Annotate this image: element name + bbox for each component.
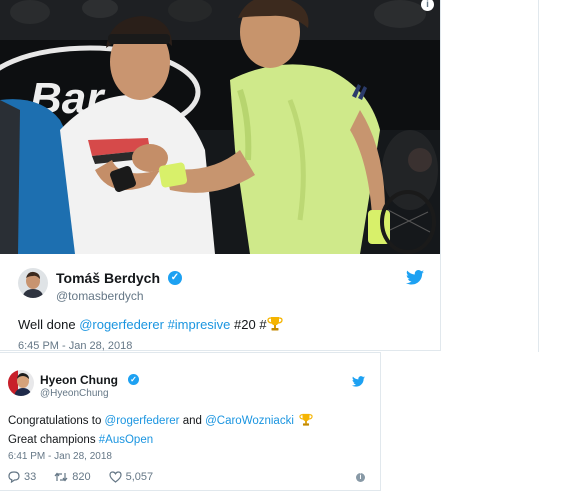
twitter-bird-icon[interactable] — [352, 374, 365, 392]
mention-rogerfederer[interactable]: @rogerfederer — [79, 317, 164, 332]
hashtag-impresive[interactable]: #impresive — [168, 317, 231, 332]
tweet-timestamp[interactable]: 6:45 PM - Jan 28, 2018 — [18, 340, 132, 352]
heart-icon — [109, 471, 122, 483]
tweet-timestamp[interactable]: 6:41 PM - Jan 28, 2018 — [8, 451, 112, 462]
page-divider — [538, 0, 539, 352]
reply-icon — [8, 471, 20, 483]
tweet-actions: 33 820 5,057 — [8, 471, 171, 483]
reply-button[interactable]: 33 — [8, 471, 36, 483]
mention-carowozniacki[interactable]: @CaroWozniacki — [205, 415, 294, 427]
author-handle[interactable]: @tomasberdych — [56, 289, 144, 303]
tennis-handshake-image: Bar — [0, 0, 440, 254]
verified-badge-icon: ✓ — [128, 374, 139, 385]
info-icon[interactable]: i — [356, 473, 365, 482]
text-and: and — [179, 415, 206, 427]
reply-count: 33 — [24, 471, 37, 483]
avatar-berdych[interactable] — [18, 268, 48, 298]
like-button[interactable]: 5,057 — [109, 471, 154, 483]
retweet-icon — [54, 472, 68, 482]
twitter-bird-icon[interactable] — [406, 270, 424, 290]
tweet-line-1: Congratulations to @rogerfederer and @Ca… — [8, 413, 313, 432]
verified-badge-icon: ✓ — [168, 271, 182, 285]
trophy-icon — [266, 316, 283, 334]
tweet-line-2: Great champions #AusOpen — [8, 432, 313, 449]
tweet-text-prefix: Well done — [18, 317, 80, 332]
like-count: 5,057 — [125, 471, 154, 483]
tweet-text-suffix: #20 # — [230, 317, 267, 332]
author-handle[interactable]: @HyeonChung — [40, 388, 109, 399]
text-congratulations: Congratulations to — [8, 415, 105, 427]
text-great-champions: Great champions — [8, 434, 99, 446]
author-name[interactable]: Hyeon Chung — [40, 373, 118, 387]
author-name[interactable]: Tomáš Berdych — [56, 270, 160, 286]
tweet-text: Congratulations to @rogerfederer and @Ca… — [8, 413, 313, 449]
tweet-text: Well done @rogerfederer #impresive #20 # — [18, 316, 283, 334]
mention-rogerfederer[interactable]: @rogerfederer — [105, 415, 180, 427]
retweet-button[interactable]: 820 — [54, 471, 91, 483]
avatar-chung[interactable] — [8, 370, 34, 396]
trophy-icon — [299, 413, 313, 432]
tweet-card-berdych[interactable]: Bar i Tomáš Berdych ✓ @tomasberdych Well… — [0, 0, 441, 352]
retweet-count: 820 — [72, 471, 91, 483]
hashtag-ausopen[interactable]: #AusOpen — [99, 434, 153, 446]
tweet-photo[interactable]: Bar i — [0, 0, 440, 254]
tweet-card-chung[interactable]: Hyeon Chung ✓ @HyeonChung Congratulation… — [0, 352, 381, 491]
